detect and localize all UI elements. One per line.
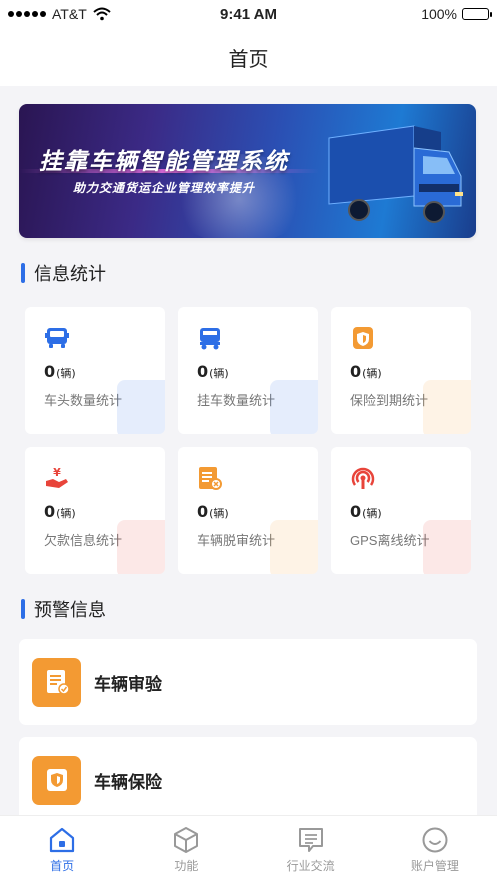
watermark-decoration — [270, 380, 318, 434]
battery-percent: 100% — [421, 6, 457, 22]
vehicle-inspection-icon — [32, 657, 81, 707]
debt-icon: ¥ — [46, 466, 68, 488]
warning-item-vehicle-insurance[interactable]: 车辆保险 — [19, 737, 477, 823]
stat-unit: (辆) — [209, 367, 229, 380]
info-section-title: 信息统计 — [34, 264, 106, 285]
stat-card-trailer[interactable]: 0 (辆) 挂车数量统计 — [178, 307, 318, 434]
stat-card-debt[interactable]: ¥ 0 (辆) 欠款信息统计 — [25, 447, 165, 574]
carrier-label: AT&T — [52, 6, 87, 22]
nav-bar: 首页 — [0, 28, 497, 86]
status-right: 100% — [421, 6, 492, 22]
warning-label: 车辆审验 — [94, 674, 162, 695]
info-section-header: 信息统计 — [21, 260, 106, 286]
banner-subtitle: 助力交通货运企业管理效率提升 — [73, 181, 256, 195]
section-marker — [21, 263, 25, 283]
watermark-decoration — [423, 380, 471, 434]
tab-label: 账户管理 — [410, 859, 459, 873]
watermark-decoration — [117, 380, 165, 434]
watermark-decoration — [423, 520, 471, 574]
stat-unit: (辆) — [209, 507, 229, 520]
status-time: 9:41 AM — [220, 5, 277, 23]
stat-value: 0 — [350, 362, 362, 381]
tab-industry-chat[interactable]: 行业交流 — [249, 816, 373, 883]
tab-functions[interactable]: 功能 — [124, 816, 248, 883]
truck-head-icon — [45, 328, 69, 348]
stat-unit: (辆) — [362, 507, 382, 520]
page-title: 首页 — [228, 46, 269, 71]
stat-value: 0 — [197, 502, 209, 521]
tab-account[interactable]: 账户管理 — [373, 816, 497, 883]
inspection-icon — [199, 467, 222, 490]
stat-card-insurance[interactable]: 0 (辆) 保险到期统计 — [331, 307, 471, 434]
warning-item-vehicle-inspection[interactable]: 车辆审验 — [19, 639, 477, 725]
warning-section-header: 预警信息 — [21, 596, 106, 622]
status-left: AT&T — [8, 6, 111, 22]
svg-text:¥: ¥ — [53, 466, 61, 479]
banner-title: 挂靠车辆智能管理系统 — [39, 149, 289, 175]
stat-card-inspection[interactable]: 0 (辆) 车辆脱审统计 — [178, 447, 318, 574]
stat-unit: (辆) — [362, 367, 382, 380]
tab-bar: 首页 功能 行业交流 账户管理 — [0, 815, 497, 883]
stat-card-truck-head[interactable]: 0 (辆) 车头数量统计 — [25, 307, 165, 434]
stat-unit: (辆) — [56, 507, 76, 520]
stat-value: 0 — [197, 362, 209, 381]
tab-home[interactable]: 首页 — [0, 816, 124, 883]
section-marker — [21, 599, 25, 619]
vehicle-insurance-icon — [32, 755, 81, 805]
stat-unit: (辆) — [56, 367, 76, 380]
stats-grid: 0(辆) 车头数量统计 0(辆) 挂车数量统计 0(辆) 保险到期统计 ¥ — [25, 307, 472, 574]
signal-icon — [8, 11, 46, 17]
chat-icon — [298, 828, 323, 852]
watermark-decoration — [270, 520, 318, 574]
stat-value: 0 — [44, 362, 56, 381]
warning-section-title: 预警信息 — [34, 600, 106, 621]
tab-label: 行业交流 — [286, 859, 335, 873]
watermark-decoration — [117, 520, 165, 574]
truck-illustration-icon — [328, 125, 463, 223]
tab-label: 功能 — [174, 859, 199, 873]
stat-value: 0 — [350, 502, 362, 521]
warning-label: 车辆保险 — [94, 772, 162, 793]
smile-icon — [422, 827, 448, 853]
wifi-icon — [93, 7, 111, 21]
trailer-icon — [200, 328, 220, 350]
status-bar: AT&T 9:41 AM 100% — [0, 0, 497, 28]
home-icon — [50, 827, 75, 853]
stat-card-gps[interactable]: 0 (辆) GPS离线统计 — [331, 447, 471, 574]
promo-banner[interactable]: 挂靠车辆智能管理系统 助力交通货运企业管理效率提升 — [19, 104, 476, 238]
insurance-icon — [353, 327, 373, 349]
cube-icon — [174, 827, 199, 853]
stat-value: 0 — [44, 502, 56, 521]
gps-icon — [351, 467, 375, 489]
tab-label: 首页 — [50, 859, 75, 873]
battery-icon — [462, 8, 492, 20]
